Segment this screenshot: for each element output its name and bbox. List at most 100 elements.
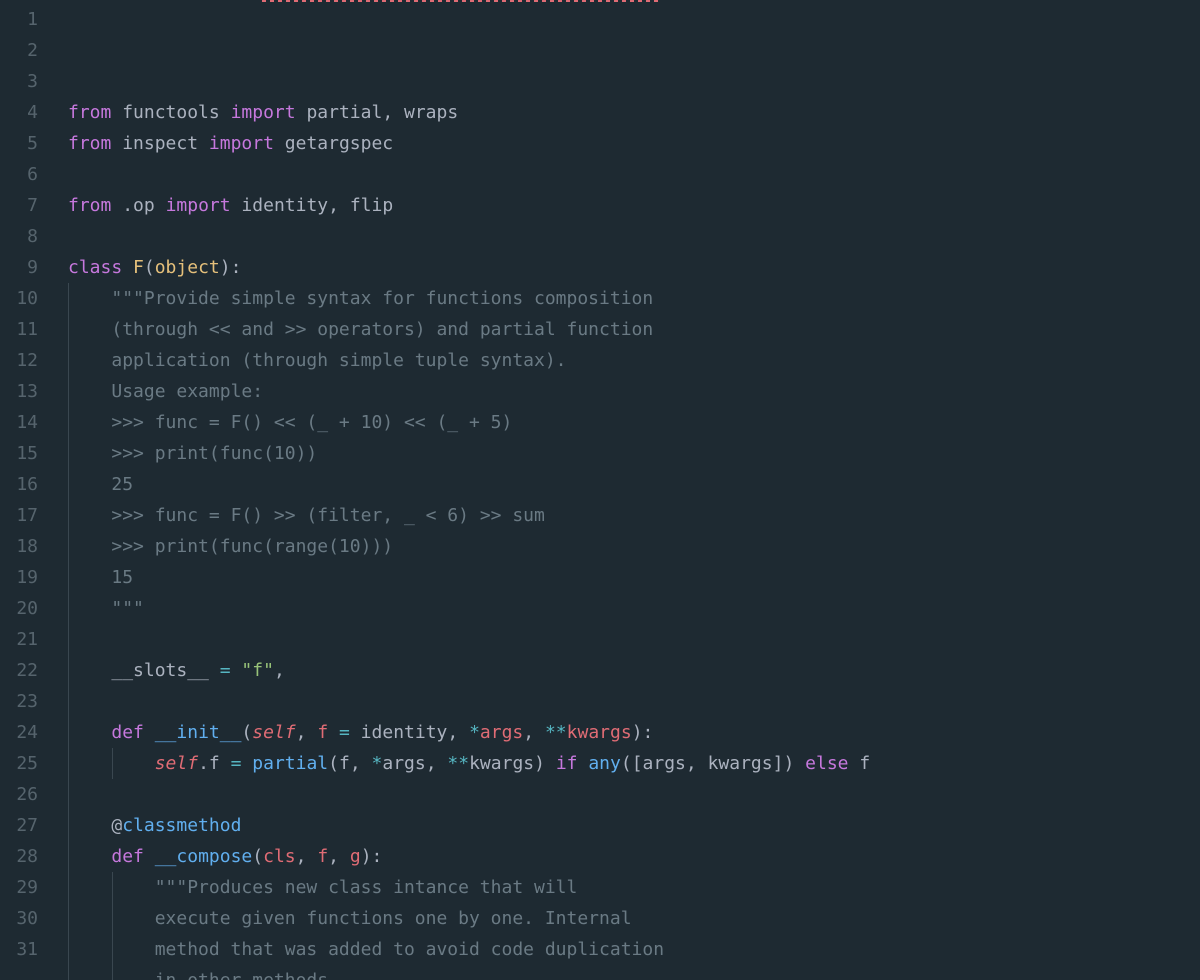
code-line[interactable]: from functools import partial, wraps <box>68 97 1200 128</box>
token-cls: object <box>155 257 220 278</box>
code-area[interactable]: from functools import partial, wrapsfrom… <box>50 0 1200 980</box>
token-kw: import <box>231 102 296 123</box>
code-line[interactable]: """Produces new class intance that will <box>68 872 1200 903</box>
token-text <box>328 722 339 743</box>
code-line[interactable]: Usage example: <box>68 376 1200 407</box>
token-str: Usage example: <box>111 381 263 402</box>
token-str: >>> func = F() >> (filter, _ < 6) >> sum <box>111 505 544 526</box>
line-number: 10 <box>0 283 50 314</box>
token-str: >>> func = F() << (_ + 10) << (_ + 5) <box>111 412 512 433</box>
code-line[interactable]: @classmethod <box>68 810 1200 841</box>
code-line[interactable] <box>68 624 1200 655</box>
code-editor[interactable]: 1234567891011121314151617181920212223242… <box>0 0 1200 980</box>
token-dec: classmethod <box>122 815 241 836</box>
token-text <box>68 536 111 557</box>
line-number: 14 <box>0 407 50 438</box>
code-line[interactable]: from .op import identity, flip <box>68 190 1200 221</box>
indent-guide <box>68 748 69 779</box>
indent-guide <box>112 872 113 903</box>
token-text: inspect <box>111 133 209 154</box>
token-p: , <box>328 195 339 216</box>
indent-guide <box>68 314 69 345</box>
token-text <box>111 195 122 216</box>
token-p: , <box>350 753 361 774</box>
token-kw: class <box>68 257 122 278</box>
token-text: f <box>339 753 350 774</box>
token-text <box>68 474 111 495</box>
indent-guide <box>68 469 69 500</box>
line-number: 19 <box>0 562 50 593</box>
code-line[interactable]: from inspect import getargspec <box>68 128 1200 159</box>
token-p: . <box>122 195 133 216</box>
code-line[interactable]: application (through simple tuple syntax… <box>68 345 1200 376</box>
code-line[interactable]: >>> print(func(10)) <box>68 438 1200 469</box>
token-text <box>534 722 545 743</box>
token-str: """ <box>111 598 144 619</box>
line-number: 3 <box>0 66 50 97</box>
token-kw: def <box>111 846 144 867</box>
line-number: 4 <box>0 97 50 128</box>
token-text <box>545 753 556 774</box>
indent-guide <box>68 500 69 531</box>
token-str: 15 <box>111 567 133 588</box>
token-text <box>339 846 350 867</box>
code-line[interactable]: def __init__(self, f = identity, *args, … <box>68 717 1200 748</box>
token-text <box>68 660 111 681</box>
code-line[interactable]: class F(object): <box>68 252 1200 283</box>
token-cls: F <box>133 257 144 278</box>
code-line[interactable]: __slots__ = "f", <box>68 655 1200 686</box>
indent-guide <box>68 903 69 934</box>
token-text <box>361 753 372 774</box>
code-line[interactable]: >>> func = F() >> (filter, _ < 6) >> sum <box>68 500 1200 531</box>
token-fn: any <box>588 753 621 774</box>
code-line[interactable]: self.f = partial(f, *args, **kwargs) if … <box>68 748 1200 779</box>
token-p: , <box>382 102 393 123</box>
token-p: ( <box>252 846 263 867</box>
token-p: , <box>296 722 307 743</box>
code-line[interactable]: """ <box>68 593 1200 624</box>
token-op: = <box>231 753 242 774</box>
token-kw: from <box>68 195 111 216</box>
token-str: """Produces new class intance that will <box>155 877 578 898</box>
token-param: f <box>317 722 328 743</box>
line-number: 13 <box>0 376 50 407</box>
code-line[interactable]: method that was added to avoid code dupl… <box>68 934 1200 965</box>
token-p: . <box>198 753 209 774</box>
line-number: 7 <box>0 190 50 221</box>
token-p: [ <box>632 753 643 774</box>
line-number: 16 <box>0 469 50 500</box>
code-line[interactable]: in other methods. <box>68 965 1200 980</box>
code-line[interactable] <box>68 779 1200 810</box>
code-line[interactable]: (through << and >> operators) and partia… <box>68 314 1200 345</box>
code-line[interactable]: def __compose(cls, f, g): <box>68 841 1200 872</box>
token-p: ) <box>783 753 794 774</box>
indent-guide <box>68 655 69 686</box>
token-text: identity <box>350 722 448 743</box>
token-p: ] <box>773 753 784 774</box>
code-line[interactable]: >>> print(func(range(10))) <box>68 531 1200 562</box>
error-squiggle <box>262 0 662 2</box>
indent-guide <box>112 748 113 779</box>
token-text: functools <box>111 102 230 123</box>
code-line[interactable] <box>68 221 1200 252</box>
token-p: ( <box>621 753 632 774</box>
code-line[interactable]: 15 <box>68 562 1200 593</box>
code-line[interactable]: execute given functions one by one. Inte… <box>68 903 1200 934</box>
token-op: = <box>220 660 231 681</box>
token-text: f <box>849 753 871 774</box>
indent-guide <box>68 779 69 810</box>
token-text: getargspec <box>274 133 393 154</box>
code-line[interactable]: """Provide simple syntax for functions c… <box>68 283 1200 314</box>
code-line[interactable] <box>68 159 1200 190</box>
line-number: 6 <box>0 159 50 190</box>
token-str: application (through simple tuple syntax… <box>111 350 566 371</box>
indent-guide <box>68 407 69 438</box>
code-line[interactable]: >>> func = F() << (_ + 10) << (_ + 5) <box>68 407 1200 438</box>
line-number-gutter: 1234567891011121314151617181920212223242… <box>0 0 50 980</box>
token-str2: "f" <box>241 660 274 681</box>
line-number: 24 <box>0 717 50 748</box>
code-line[interactable] <box>68 686 1200 717</box>
line-number: 30 <box>0 903 50 934</box>
code-line[interactable]: 25 <box>68 469 1200 500</box>
token-text <box>306 846 317 867</box>
